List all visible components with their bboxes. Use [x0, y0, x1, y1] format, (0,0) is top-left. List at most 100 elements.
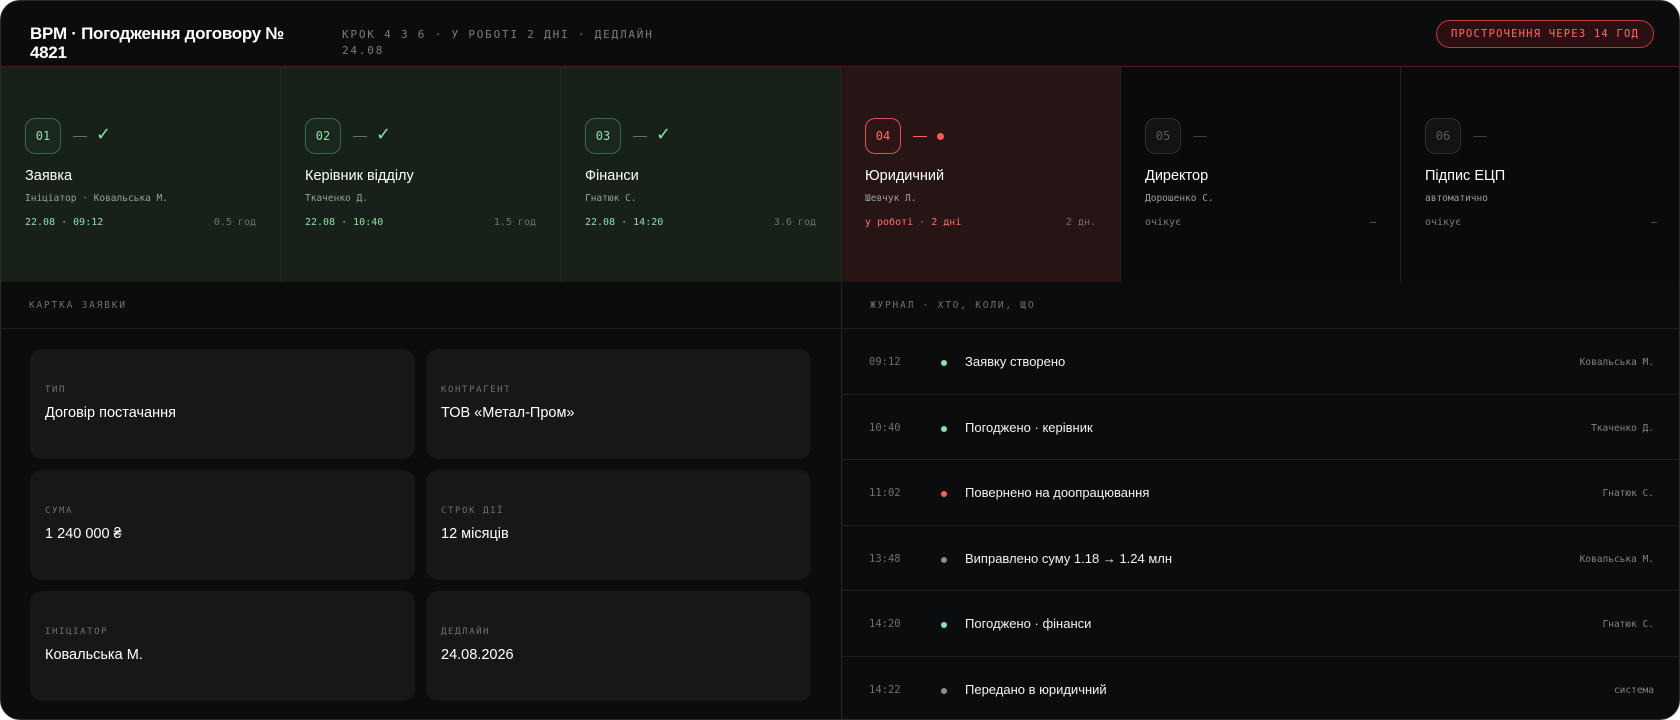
step-6[interactable]: 06 Підпис ЕЦП автоматично очікує — — [1401, 67, 1679, 282]
check-icon: ✓ — [96, 124, 112, 145]
connector-line — [353, 136, 367, 137]
app-window: BPM · Погодження договору № 4821 КРОК 4 … — [0, 0, 1680, 720]
field-card-amount: СУМА 1 240 000 ₴ — [30, 470, 415, 580]
log-entry[interactable]: 14:20 Погоджено · фінанси Гнатюк С. — [842, 591, 1679, 657]
connector-line — [1193, 136, 1207, 137]
step-name: Юридичний — [865, 168, 945, 184]
step-number: 04 — [865, 118, 901, 154]
connector-line — [73, 136, 87, 137]
field-card-type: ТИП Договір постачання — [30, 349, 415, 459]
step-number: 06 — [1425, 118, 1461, 154]
log-author: Гнатюк С. — [1602, 488, 1654, 499]
status-dot-icon — [941, 425, 947, 432]
step-duration: — — [1369, 217, 1376, 228]
field-label: СУМА — [45, 506, 74, 516]
step-number: 02 — [305, 118, 341, 154]
connector-line — [1473, 136, 1487, 137]
step-assignee: Шевчук Л. — [865, 193, 917, 204]
step-assignee: Гнатюк С. — [585, 193, 637, 204]
step-time: у роботі · 2 дні — [865, 217, 962, 228]
log-author: Гнатюк С. — [1602, 619, 1654, 630]
step-time: очікує — [1425, 217, 1462, 228]
check-icon: ✓ — [376, 124, 392, 145]
request-fields: ТИП Договір постачання КОНТРАГЕНТ ТОВ «М… — [30, 349, 814, 701]
log-time: 13:48 — [869, 552, 901, 565]
panel-title: КАРТКА ЗАЯВКИ — [1, 282, 841, 329]
field-card-term: СТРОК ДІЇ 12 місяців — [426, 470, 811, 580]
field-label: СТРОК ДІЇ — [441, 506, 505, 516]
step-duration: 1.5 год — [493, 217, 536, 228]
page-title: BPM · Погодження договору № 4821 — [30, 24, 284, 62]
field-value: ТОВ «Метал-Пром» — [441, 405, 575, 421]
process-meta: КРОК 4 З 6 · У РОБОТІ 2 ДНІ · ДЕДЛАЙН 24… — [342, 28, 654, 57]
field-label: КОНТРАГЕНТ — [441, 385, 512, 395]
log-author: Ткаченко Д. — [1591, 422, 1654, 434]
step-name: Керівник відділу — [305, 168, 414, 184]
step-duration: 2 дн. — [1065, 217, 1096, 228]
step-time: очікує — [1145, 217, 1182, 228]
log-time: 10:40 — [869, 421, 901, 434]
step-time: 22.08 · 09:12 — [25, 217, 104, 228]
log-text: Повернено на доопрацювання — [965, 485, 1150, 500]
log-entry[interactable]: 10:40 Погоджено · керівник Ткаченко Д. — [842, 395, 1679, 460]
step-4[interactable]: 04 Юридичний Шевчук Л. у роботі · 2 дні … — [841, 67, 1121, 282]
header: BPM · Погодження договору № 4821 КРОК 4 … — [1, 1, 1679, 67]
log-author: Ковальська М. — [1579, 553, 1654, 565]
step-number: 01 — [25, 118, 61, 154]
step-duration: 3.6 год — [773, 217, 816, 228]
field-card-counterparty: КОНТРАГЕНТ ТОВ «Метал-Пром» — [426, 349, 811, 459]
field-value: 1 240 000 ₴ — [45, 526, 122, 542]
log-text: Виправлено суму 1.18 → 1.24 млн — [965, 550, 1173, 566]
log-time: 09:12 — [869, 356, 901, 368]
log-entry[interactable]: 09:12 Заявку створено Ковальська М. — [842, 329, 1679, 395]
step-1[interactable]: 01 ✓ Заявка Ініціатор · Ковальська М. 22… — [1, 67, 281, 282]
step-name: Фінанси — [585, 168, 639, 184]
step-number: 05 — [1145, 118, 1181, 154]
field-value: Договір постачання — [45, 405, 176, 421]
log-list: 09:12 Заявку створено Ковальська М. 10:4… — [842, 329, 1679, 720]
step-5[interactable]: 05 Директор Дорошенко С. очікує — — [1121, 67, 1401, 282]
log-entry[interactable]: 14:22 Передано в юридичний система — [842, 657, 1679, 720]
log-author: Ковальська М. — [1579, 357, 1654, 368]
overdue-badge[interactable]: ПРОСТРОЧЕННЯ ЧЕРЕЗ 14 ГОД — [1435, 20, 1654, 48]
log-time: 14:20 — [869, 618, 901, 630]
field-label: ІНІЦІАТОР — [45, 627, 109, 637]
field-value: 24.08.2026 — [441, 647, 514, 663]
process-steps: 01 ✓ Заявка Ініціатор · Ковальська М. 22… — [1, 67, 1679, 282]
log-text: Погоджено · керівник — [965, 419, 1093, 435]
step-2[interactable]: 02 ✓ Керівник відділу Ткаченко Д. 22.08 … — [281, 67, 561, 282]
step-name: Заявка — [25, 168, 73, 184]
step-assignee: Ініціатор · Ковальська М. — [25, 193, 168, 204]
log-author: система — [1613, 684, 1654, 696]
log-panel: ЖУРНАЛ · ХТО, КОЛИ, ЩО 09:12 Заявку ство… — [842, 282, 1679, 720]
status-dot-icon — [941, 360, 947, 366]
step-time: 22.08 · 14:20 — [585, 217, 664, 228]
field-value: 12 місяців — [441, 526, 509, 542]
log-entry[interactable]: 13:48 Виправлено суму 1.18 → 1.24 млн Ко… — [842, 526, 1679, 591]
step-duration: 0.5 год — [213, 217, 256, 228]
status-dot-icon — [941, 622, 947, 628]
log-text: Заявку створено — [965, 354, 1066, 369]
log-entry[interactable]: 11:02 Повернено на доопрацювання Гнатюк … — [842, 460, 1679, 526]
step-duration: — — [1650, 217, 1657, 228]
status-dot-icon — [941, 491, 947, 497]
log-time: 14:22 — [869, 683, 901, 696]
step-3[interactable]: 03 ✓ Фінанси Гнатюк С. 22.08 · 14:20 3.6… — [561, 67, 841, 282]
field-card-initiator: ІНІЦІАТОР Ковальська М. — [30, 591, 415, 701]
field-value: Ковальська М. — [45, 647, 143, 663]
panel-title: ЖУРНАЛ · ХТО, КОЛИ, ЩО — [842, 282, 1679, 329]
field-label: ДЕДЛАЙН — [441, 627, 491, 637]
field-card-deadline: ДЕДЛАЙН 24.08.2026 — [426, 591, 811, 701]
step-assignee: Дорошенко С. — [1145, 193, 1214, 204]
log-text: Погоджено · фінанси — [965, 616, 1092, 631]
step-time: 22.08 · 10:40 — [305, 217, 384, 228]
check-icon: ✓ — [656, 124, 672, 145]
step-number: 03 — [585, 118, 621, 154]
step-name: Підпис ЕЦП — [1425, 168, 1506, 184]
status-dot-icon — [941, 687, 947, 694]
step-assignee: автоматично — [1425, 193, 1488, 204]
step-assignee: Ткаченко Д. — [305, 193, 368, 204]
log-text: Передано в юридичний — [965, 681, 1107, 697]
log-time: 11:02 — [869, 487, 901, 499]
step-name: Директор — [1145, 168, 1209, 184]
